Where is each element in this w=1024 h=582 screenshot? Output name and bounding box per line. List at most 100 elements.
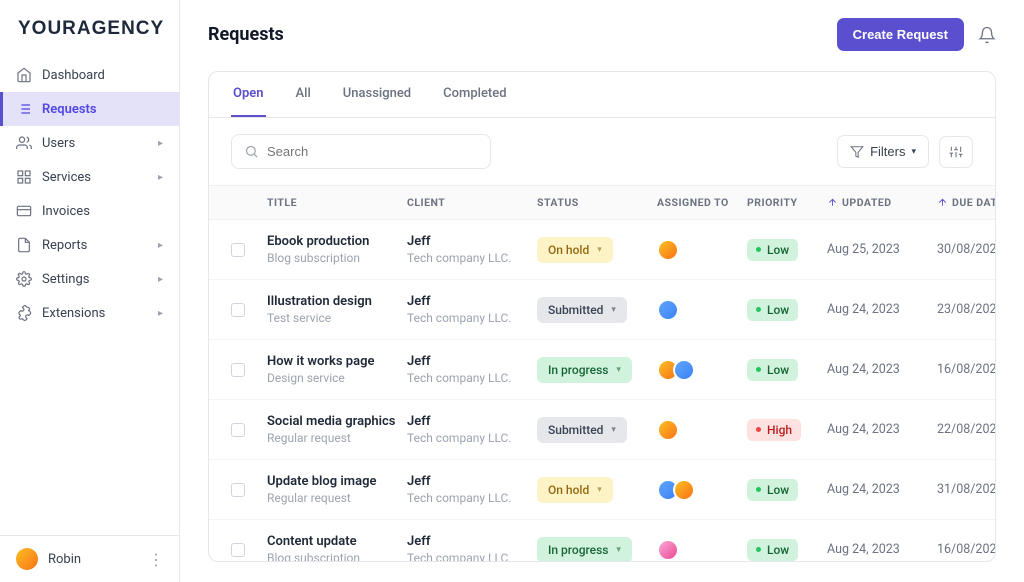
status-label: In progress [548, 363, 608, 377]
search-input[interactable] [267, 144, 478, 159]
content-panel: Open All Unassigned Completed Filters ▾ [208, 71, 996, 562]
user-menu-icon[interactable]: ⋮ [148, 550, 163, 569]
table-row[interactable]: Content updateBlog subscriptionJeffTech … [209, 520, 995, 561]
request-title: Illustration design [267, 294, 407, 309]
request-title: Social media graphics [267, 414, 407, 429]
updated-date: Aug 24, 2023 [827, 482, 937, 497]
priority-badge: Low [747, 539, 798, 561]
client-company: Tech company LLC. [407, 371, 537, 385]
sidebar-item-settings[interactable]: Settings▸ [0, 262, 179, 296]
status-label: Submitted [548, 423, 603, 437]
tabs: Open All Unassigned Completed [209, 72, 995, 118]
col-due[interactable]: DUE DATE [937, 196, 995, 209]
col-client[interactable]: CLIENT [407, 196, 537, 209]
search-box[interactable] [231, 134, 491, 169]
grid-icon [16, 169, 32, 185]
create-request-button[interactable]: Create Request [837, 18, 964, 51]
request-subtitle: Test service [267, 311, 407, 325]
client-company: Tech company LLC. [407, 431, 537, 445]
client-name: Jeff [407, 234, 537, 249]
status-pill[interactable]: On hold▾ [537, 237, 613, 263]
main-nav: DashboardRequestsUsers▸Services▸Invoices… [0, 52, 179, 535]
row-checkbox[interactable] [231, 543, 245, 557]
row-checkbox[interactable] [231, 483, 245, 497]
user-footer[interactable]: Robin ⋮ [0, 535, 179, 582]
users-icon [16, 135, 32, 151]
chevron-down-icon: ▾ [597, 245, 602, 255]
filters-button[interactable]: Filters ▾ [837, 135, 929, 168]
topbar: Requests Create Request [180, 0, 1024, 61]
tab-completed[interactable]: Completed [441, 72, 508, 117]
row-checkbox[interactable] [231, 423, 245, 437]
sidebar-item-dashboard[interactable]: Dashboard [0, 58, 179, 92]
status-label: Submitted [548, 303, 603, 317]
status-pill[interactable]: In progress▾ [537, 357, 632, 383]
chevron-down-icon: ▾ [597, 485, 602, 495]
due-date: 23/08/2023 [937, 302, 995, 317]
request-subtitle: Blog subscription [267, 251, 407, 265]
request-title: Update blog image [267, 474, 407, 489]
sidebar-item-invoices[interactable]: Invoices [0, 194, 179, 228]
status-pill[interactable]: In progress ▾ [537, 537, 632, 562]
avatar [16, 548, 38, 570]
due-date: 30/08/2023 [937, 242, 995, 257]
settings-columns-button[interactable] [939, 136, 973, 168]
sidebar-item-requests[interactable]: Requests [0, 92, 179, 126]
sliders-icon [949, 145, 963, 159]
table-row[interactable]: Update blog imageRegular requestJeffTech… [209, 460, 995, 520]
status-pill[interactable]: Submitted▾ [537, 297, 627, 323]
search-icon [244, 144, 259, 159]
client-name: Jeff [407, 294, 537, 309]
sidebar-item-label: Services [42, 170, 91, 185]
sidebar-item-services[interactable]: Services▸ [0, 160, 179, 194]
request-title: Ebook production [267, 234, 407, 249]
avatar [673, 359, 695, 381]
tab-open[interactable]: Open [231, 72, 266, 117]
chevron-right-icon: ▸ [158, 308, 163, 319]
client-company: Tech company LLC. [407, 311, 537, 325]
due-date: 16/08/2023 [937, 542, 995, 557]
row-checkbox[interactable] [231, 243, 245, 257]
sidebar-item-label: Reports [42, 238, 87, 253]
col-status[interactable]: STATUS [537, 196, 657, 209]
request-title: Content update [267, 534, 407, 549]
status-pill[interactable]: On hold ▾ [537, 477, 613, 503]
row-checkbox[interactable] [231, 303, 245, 317]
tab-unassigned[interactable]: Unassigned [341, 72, 413, 117]
table-row[interactable]: Social media graphicsRegular requestJeff… [209, 400, 995, 460]
chevron-down-icon: ▾ [616, 545, 621, 555]
assigned-avatars [657, 419, 747, 441]
updated-date: Aug 24, 2023 [827, 302, 937, 317]
status-pill[interactable]: Submitted▾ [537, 417, 627, 443]
table-row[interactable]: Ebook productionBlog subscriptionJeffTec… [209, 220, 995, 280]
row-checkbox[interactable] [231, 363, 245, 377]
chevron-down-icon: ▾ [911, 146, 916, 157]
sidebar-item-extensions[interactable]: Extensions ▸ [0, 296, 179, 330]
toolbar: Filters ▾ [209, 118, 995, 185]
col-assigned[interactable]: ASSIGNED TO [657, 196, 747, 209]
avatar [673, 479, 695, 501]
tab-all[interactable]: All [294, 72, 313, 117]
priority-badge: Low [747, 359, 798, 381]
table-row[interactable]: How it works pageDesign serviceJeffTech … [209, 340, 995, 400]
sidebar-item-label: Extensions [42, 306, 105, 321]
updated-date: Aug 25, 2023 [827, 242, 937, 257]
sidebar-item-label: Settings [42, 272, 89, 287]
col-title[interactable]: TITLE [267, 196, 407, 209]
client-name: Jeff [407, 534, 537, 549]
assigned-avatars [657, 299, 747, 321]
avatar [657, 539, 679, 561]
sidebar-item-reports[interactable]: Reports▸ [0, 228, 179, 262]
table-row[interactable]: Illustration design Test serviceJeff Tech … [209, 280, 995, 340]
status-label: In progress [548, 543, 608, 557]
client-name: Jeff [407, 474, 537, 489]
status-label: On hold [548, 483, 589, 497]
col-priority[interactable]: PRIORITY [747, 196, 827, 209]
sidebar-item-users[interactable]: Users▸ [0, 126, 179, 160]
brand-logo: YOURAGENCY [0, 0, 179, 52]
col-updated[interactable]: UPDATED [827, 196, 937, 209]
sort-up-icon [937, 197, 948, 208]
client-name: Jeff [407, 414, 537, 429]
assigned-avatars [657, 539, 747, 561]
bell-icon[interactable] [978, 26, 996, 44]
